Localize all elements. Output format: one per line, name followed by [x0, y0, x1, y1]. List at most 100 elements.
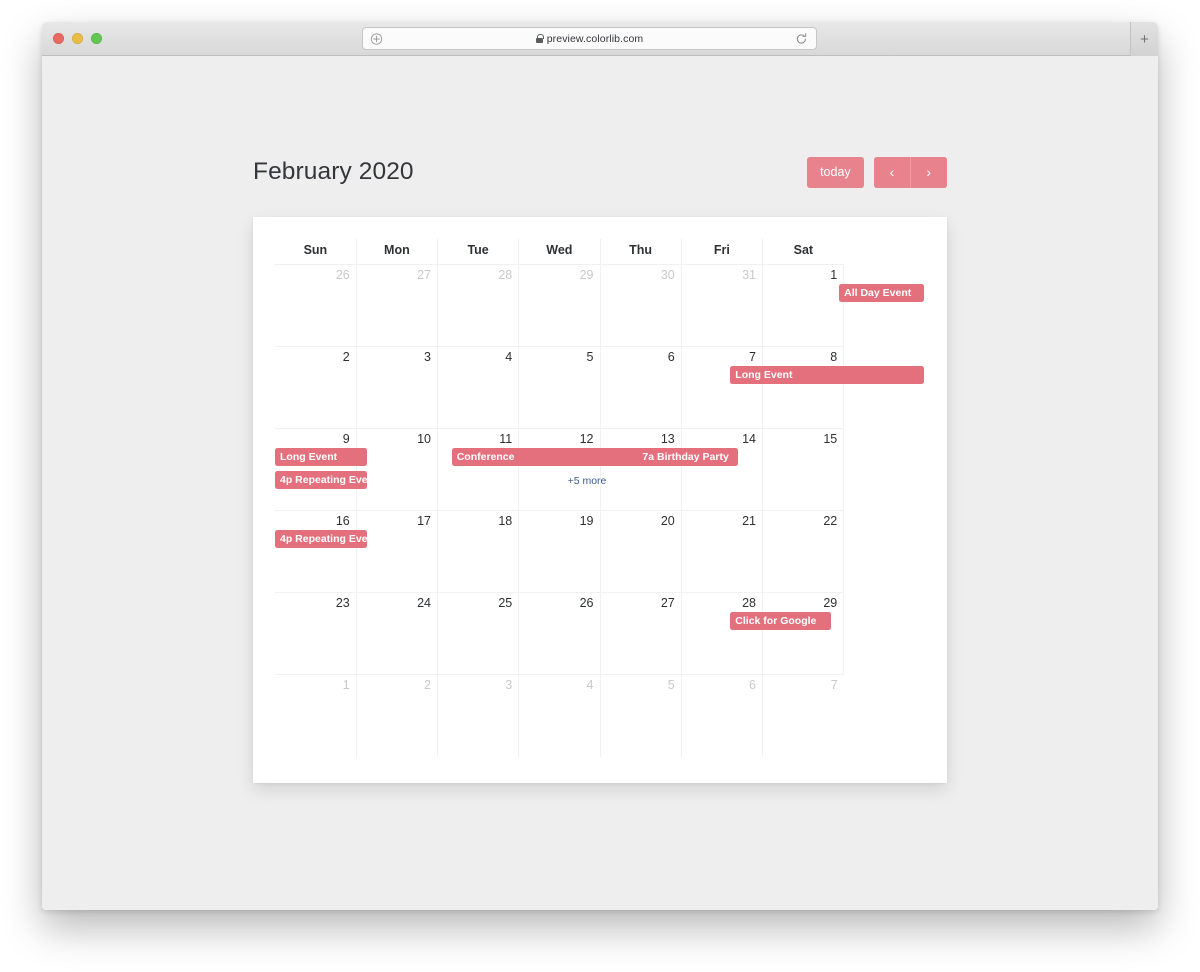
day-cell[interactable]: 5: [518, 346, 601, 429]
day-number: 22: [823, 514, 838, 528]
day-cell[interactable]: 18: [436, 510, 520, 593]
day-cell[interactable]: 8: [761, 346, 845, 429]
screenshot-root: preview.colorlib.com + February 2020 tod…: [0, 0, 1200, 972]
day-number: 27: [660, 596, 675, 610]
day-cell[interactable]: 23: [275, 592, 357, 675]
day-number: 26: [335, 268, 350, 282]
calendar-container: February 2020 today ‹ › Sun Mon Tue Wed Thu F…: [253, 153, 947, 783]
day-number: 30: [660, 268, 675, 282]
calendar-week-row: 26 27 28 29 30 31 1 All Day Event: [275, 264, 925, 347]
zoom-window-button[interactable]: [91, 33, 102, 44]
weekday-header-fri: Fri: [680, 239, 764, 265]
day-number: 11: [499, 432, 513, 446]
calendar-week-row: 23 24 25 26 27 28 29 Click for Google: [275, 592, 925, 675]
day-number: 31: [742, 268, 756, 282]
day-cell[interactable]: 27: [355, 264, 439, 347]
calendar-event[interactable]: Click for Google: [730, 611, 832, 630]
calendar-event[interactable]: Conference: [451, 447, 646, 466]
calendar-event[interactable]: Long Event: [730, 365, 924, 384]
page-viewport: February 2020 today ‹ › Sun Mon Tue Wed Thu F…: [42, 56, 1158, 910]
day-cell[interactable]: 28: [680, 592, 764, 675]
day-cell[interactable]: 5: [599, 674, 682, 757]
day-cell[interactable]: 17: [355, 510, 439, 593]
url-display[interactable]: preview.colorlib.com: [363, 33, 816, 45]
day-cell[interactable]: 16: [275, 510, 357, 593]
day-cell[interactable]: 4: [436, 346, 520, 429]
day-number: 23: [335, 596, 350, 610]
new-tab-plus-icon: +: [1140, 30, 1149, 48]
day-cell[interactable]: 31: [680, 264, 764, 347]
calendar-event[interactable]: 4p Repeating Eve: [275, 529, 367, 548]
calendar-week-row: 2 3 4 5 6 7 8 Long Event: [275, 346, 925, 429]
new-tab-button[interactable]: +: [1130, 22, 1158, 56]
day-number: 12: [579, 432, 594, 446]
calendar-event[interactable]: All Day Event: [839, 283, 924, 302]
day-cell[interactable]: 20: [599, 510, 682, 593]
next-month-button[interactable]: ›: [910, 156, 947, 188]
day-number: 24: [417, 596, 431, 610]
day-cell[interactable]: 19: [518, 510, 601, 593]
today-button[interactable]: today: [807, 156, 864, 188]
page-title: February 2020: [253, 158, 414, 185]
calendar-event[interactable]: 7a Birthday Party: [637, 447, 739, 466]
day-cell[interactable]: 7: [761, 674, 844, 757]
day-number: 20: [660, 514, 675, 528]
day-cell[interactable]: 14: [680, 428, 764, 511]
day-cell[interactable]: 25: [436, 592, 520, 675]
calendar-week-row: 9 10 11 12 13 14 15 Long Event 4p Repeating Eve C…: [275, 428, 925, 511]
day-cell[interactable]: 1: [275, 674, 357, 757]
day-number: 26: [579, 596, 594, 610]
calendar-grid: Sun Mon Tue Wed Thu Fri Sat 26 27 28 29 30 31 1 All D…: [275, 239, 925, 757]
day-cell[interactable]: 21: [680, 510, 764, 593]
day-cell[interactable]: 30: [599, 264, 682, 347]
day-number: 5: [667, 678, 675, 692]
day-cell[interactable]: 27: [599, 592, 682, 675]
day-number: 19: [579, 514, 594, 528]
day-cell[interactable]: 26: [518, 592, 601, 675]
day-number: 4: [505, 350, 513, 364]
calendar-event[interactable]: Long Event: [275, 447, 367, 466]
day-cell[interactable]: 4: [518, 674, 601, 757]
day-cell[interactable]: 6: [599, 346, 682, 429]
more-events-link[interactable]: +5 more: [568, 473, 607, 489]
day-cell[interactable]: 7: [680, 346, 764, 429]
day-number: 4: [586, 678, 594, 692]
day-cell[interactable]: 24: [355, 592, 439, 675]
calendar-header: February 2020 today ‹ ›: [253, 153, 947, 191]
day-cell[interactable]: 28: [436, 264, 520, 347]
day-cell[interactable]: 1: [761, 264, 845, 347]
day-number: 6: [749, 678, 756, 692]
reload-icon[interactable]: [795, 32, 808, 45]
day-cell[interactable]: 2: [275, 346, 357, 429]
day-number: 1: [342, 678, 350, 692]
url-text: preview.colorlib.com: [546, 32, 644, 45]
day-cell[interactable]: 10: [355, 428, 439, 511]
day-cell[interactable]: 26: [275, 264, 357, 347]
reader-view-icon[interactable]: [370, 32, 383, 45]
address-bar[interactable]: preview.colorlib.com: [362, 27, 817, 50]
day-cell[interactable]: 29: [518, 264, 601, 347]
day-number: 28: [742, 596, 756, 610]
day-cell[interactable]: 3: [355, 346, 439, 429]
day-cell[interactable]: 13: [599, 428, 682, 511]
close-window-button[interactable]: [53, 33, 64, 44]
day-number: 13: [660, 432, 675, 446]
day-number: 29: [579, 268, 594, 282]
day-cell[interactable]: 12: [518, 428, 601, 511]
day-cell[interactable]: 15: [761, 428, 845, 511]
weekday-header-sun: Sun: [275, 239, 357, 265]
prev-month-button[interactable]: ‹: [873, 156, 911, 188]
weekday-header-sat: Sat: [761, 239, 844, 265]
day-cell[interactable]: 2: [355, 674, 439, 757]
day-cell[interactable]: 6: [680, 674, 764, 757]
day-cell[interactable]: 3: [436, 674, 520, 757]
day-cell[interactable]: 29: [761, 592, 845, 675]
nav-button-group: ‹ ›: [873, 156, 947, 188]
window-traffic-lights[interactable]: [53, 33, 102, 44]
day-cell[interactable]: 22: [761, 510, 845, 593]
day-cell[interactable]: 11: [436, 428, 520, 511]
calendar-event[interactable]: 4p Repeating Eve: [275, 470, 367, 489]
minimize-window-button[interactable]: [72, 33, 83, 44]
day-number: 6: [667, 350, 675, 364]
day-cell[interactable]: 9: [275, 428, 357, 511]
